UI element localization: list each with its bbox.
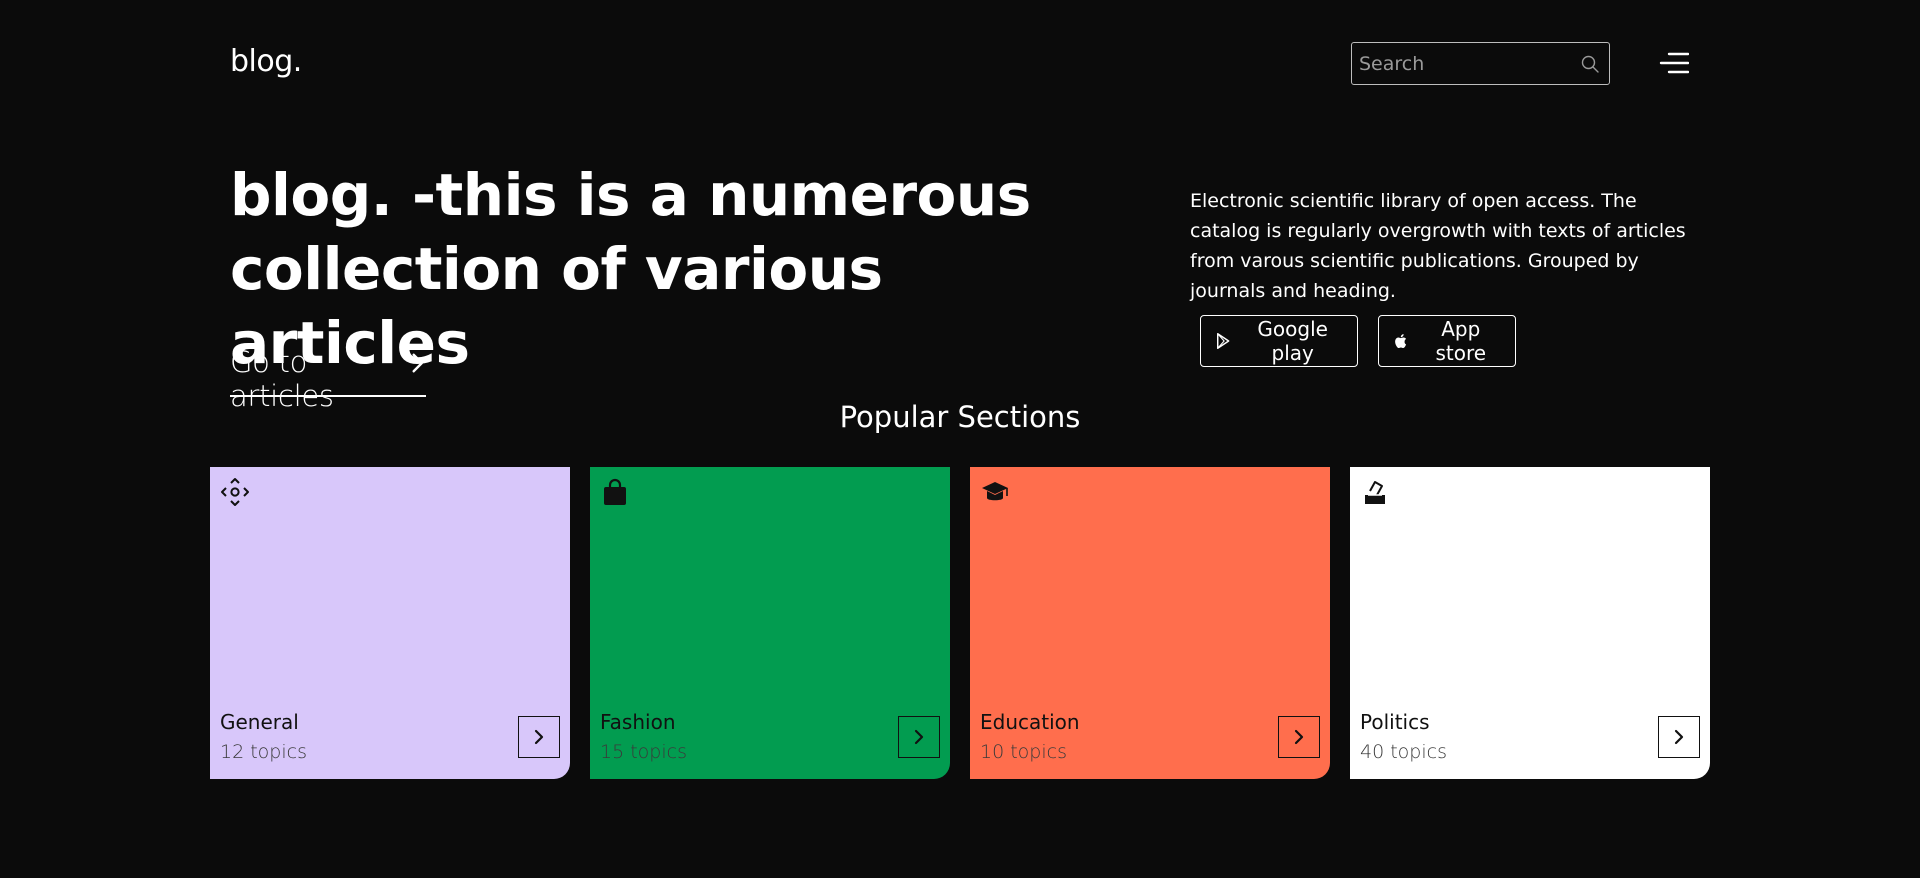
google-play-label: Google play [1257,317,1328,365]
app-store-button[interactable]: App store [1378,315,1516,367]
card-topic-count: 15 topics [600,741,687,763]
search-box [1351,42,1610,85]
card-arrow-button[interactable] [898,716,940,758]
chevron-right-icon [1294,729,1304,745]
card-name: Education [980,710,1080,734]
card-name: Fashion [600,710,676,734]
page: blog. blog. -this is a numerous collecti… [0,0,1920,878]
card-arrow-button[interactable] [1278,716,1320,758]
go-to-articles-link[interactable]: Go to articles [230,345,426,413]
menu-icon[interactable] [1659,50,1689,76]
logo[interactable]: blog. [230,44,302,79]
chevron-right-icon [534,729,544,745]
card-name: General [220,710,299,734]
shopping-bag-icon [604,478,626,505]
section-card-politics[interactable]: Politics 40 topics [1350,467,1710,779]
google-play-button[interactable]: Google play [1200,315,1358,367]
search-input[interactable] [1352,43,1577,84]
card-topic-count: 40 topics [1360,741,1447,763]
apple-icon [1395,334,1407,348]
section-title: Popular Sections [839,400,1081,434]
card-arrow-button[interactable] [1658,716,1700,758]
search-icon[interactable] [1580,54,1600,74]
chevron-right-icon [412,353,423,373]
google-play-icon [1217,332,1230,350]
card-topic-count: 12 topics [220,741,307,763]
move-icon [221,478,249,506]
app-store-label: App store [1435,317,1487,365]
section-card-education[interactable]: Education 10 topics [970,467,1330,779]
chevron-right-icon [1674,729,1684,745]
card-name: Politics [1360,710,1430,734]
hero-description: Electronic scientific library of open ac… [1190,190,1686,302]
ballot-box-icon [1365,481,1385,504]
graduation-cap-icon [982,482,1008,501]
card-topic-count: 10 topics [980,741,1067,763]
section-card-general[interactable]: General 12 topics [210,467,570,779]
chevron-right-icon [914,729,924,745]
section-card-fashion[interactable]: Fashion 15 topics [590,467,950,779]
card-arrow-button[interactable] [518,716,560,758]
